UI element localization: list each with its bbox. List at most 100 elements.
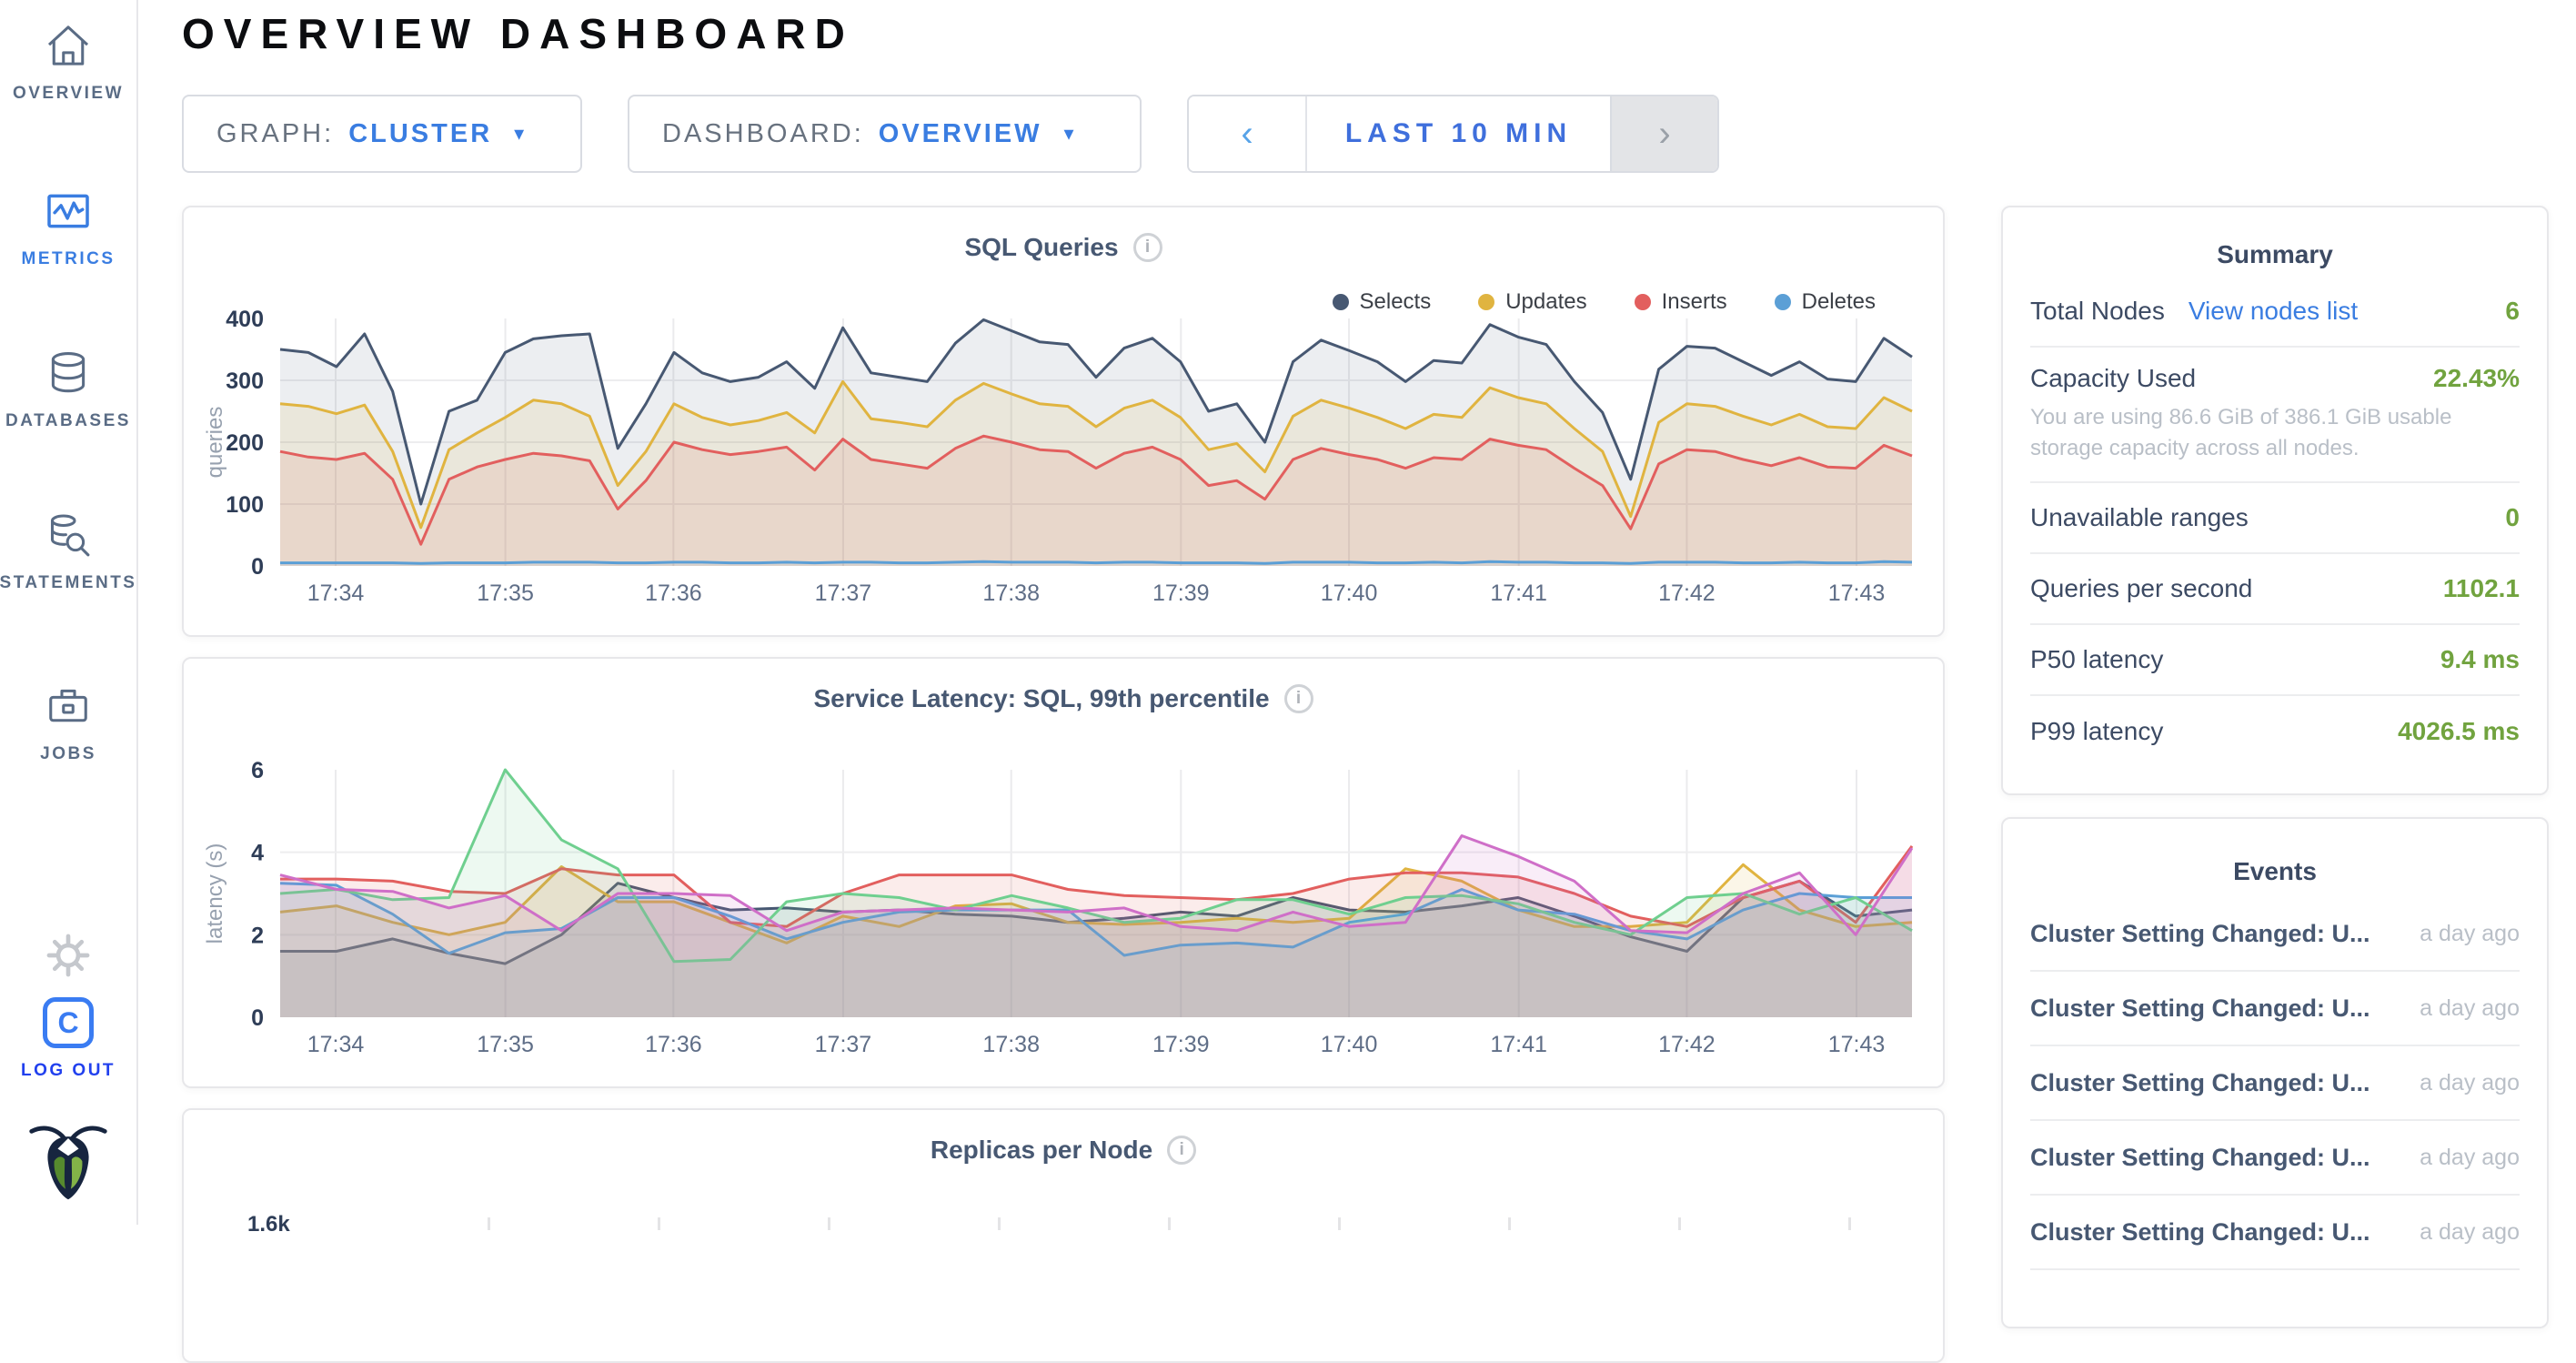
metrics-icon	[43, 186, 94, 237]
capacity-value: 22.43%	[2433, 364, 2520, 393]
time-range-button[interactable]: LAST 10 MIN	[1307, 96, 1610, 171]
cockroachdb-logo	[0, 1117, 136, 1205]
events-title: Events	[2030, 857, 2520, 886]
sql-queries-card: SQL Queries i Selects Updates Inserts De…	[182, 206, 1945, 637]
gridline-hint	[320, 1217, 1907, 1230]
sidebar-item-label: DATABASES	[5, 411, 131, 431]
sidebar-item-jobs[interactable]: JOBS	[0, 681, 136, 764]
chevron-down-icon: ▾	[514, 122, 527, 146]
svg-text:17:42: 17:42	[1658, 581, 1716, 606]
sidebar-item-metrics[interactable]: METRICS	[0, 186, 136, 269]
summary-title: Summary	[2030, 240, 2520, 269]
p99-value: 4026.5 ms	[2398, 717, 2520, 746]
graph-dropdown[interactable]: GRAPH: CLUSTER ▾	[182, 95, 582, 173]
event-row[interactable]: Cluster Setting Changed: U... a day ago	[2030, 972, 2520, 1046]
event-title: Cluster Setting Changed: U...	[2030, 1218, 2370, 1247]
logout-label: LOG OUT	[21, 1061, 116, 1081]
svg-text:latency (s): latency (s)	[203, 843, 227, 944]
replicas-per-node-card: Replicas per Node i 1.6k	[182, 1108, 1945, 1363]
event-row[interactable]: Cluster Setting Changed: U... a day ago	[2030, 1046, 2520, 1121]
sidebar-item-label: OVERVIEW	[13, 84, 124, 104]
chart-title: Replicas per Node	[931, 1136, 1152, 1165]
unavailable-value: 0	[2505, 503, 2520, 532]
svg-text:17:40: 17:40	[1321, 1032, 1378, 1057]
info-icon[interactable]: i	[1133, 233, 1162, 262]
capacity-subtext: You are using 86.6 GiB of 386.1 GiB usab…	[2030, 402, 2520, 463]
event-title: Cluster Setting Changed: U...	[2030, 920, 2370, 948]
total-nodes-label: Total Nodes	[2030, 297, 2165, 326]
event-title: Cluster Setting Changed: U...	[2030, 994, 2370, 1023]
svg-text:17:36: 17:36	[645, 1032, 702, 1057]
chart-title: Service Latency: SQL, 99th percentile	[813, 684, 1269, 713]
graph-dropdown-label: GRAPH:	[216, 119, 334, 149]
svg-text:17:38: 17:38	[982, 581, 1040, 606]
svg-text:100: 100	[226, 492, 264, 518]
sidebar-item-databases[interactable]: DATABASES	[0, 348, 136, 431]
event-title: Cluster Setting Changed: U...	[2030, 1144, 2370, 1172]
sidebar-item-overview[interactable]: OVERVIEW	[0, 20, 136, 104]
summary-row-total-nodes: Total Nodes View nodes list 6	[2030, 277, 2520, 348]
event-row[interactable]: Cluster Setting Changed: U... a day ago	[2030, 1196, 2520, 1270]
sidebar-item-label: METRICS	[22, 249, 116, 269]
svg-text:400: 400	[226, 309, 264, 332]
event-title: Cluster Setting Changed: U...	[2030, 1069, 2370, 1097]
svg-text:queries: queries	[203, 407, 227, 479]
summary-panel: Summary Total Nodes View nodes list 6 Ca…	[2001, 206, 2549, 795]
total-nodes-value: 6	[2505, 297, 2520, 326]
event-time: a day ago	[2420, 1219, 2520, 1246]
svg-text:17:35: 17:35	[477, 1032, 534, 1057]
event-row[interactable]: Cluster Setting Changed: U... a day ago	[2030, 1121, 2520, 1196]
logout-button[interactable]: C LOG OUT	[0, 997, 136, 1081]
service-latency-card: Service Latency: SQL, 99th percentile i …	[182, 657, 1945, 1088]
event-time: a day ago	[2420, 1070, 2520, 1096]
time-prev-button[interactable]: ‹	[1189, 96, 1307, 171]
unavailable-label: Unavailable ranges	[2030, 503, 2249, 532]
sidebar-item-label: STATEMENTS	[0, 573, 136, 593]
dashboard-dropdown-value: OVERVIEW	[879, 119, 1042, 149]
qps-label: Queries per second	[2030, 574, 2252, 603]
svg-text:17:43: 17:43	[1828, 1032, 1886, 1057]
briefcase-icon	[43, 681, 94, 732]
info-icon[interactable]: i	[1167, 1136, 1196, 1165]
svg-text:300: 300	[226, 369, 264, 394]
info-icon[interactable]: i	[1284, 684, 1313, 713]
sql-plot: 17:3417:3517:3617:3717:3817:3917:4017:41…	[200, 309, 1923, 610]
time-next-button[interactable]: ›	[1610, 96, 1717, 171]
time-window-control: ‹ LAST 10 MIN ›	[1187, 95, 1719, 173]
summary-row-p50: P50 latency 9.4 ms	[2030, 625, 2520, 696]
svg-text:17:35: 17:35	[477, 581, 534, 606]
svg-text:17:34: 17:34	[307, 1032, 365, 1057]
sidebar-item-statements[interactable]: STATEMENTS	[0, 510, 136, 593]
svg-text:17:37: 17:37	[815, 1032, 872, 1057]
summary-row-qps: Queries per second 1102.1	[2030, 554, 2520, 625]
view-nodes-link[interactable]: View nodes list	[2189, 297, 2358, 326]
event-row[interactable]: Cluster Setting Changed: U... a day ago	[2030, 897, 2520, 972]
home-icon	[43, 20, 94, 71]
svg-text:0: 0	[251, 1005, 264, 1031]
capacity-label: Capacity Used	[2030, 364, 2196, 393]
svg-text:17:34: 17:34	[307, 581, 365, 606]
p50-value: 9.4 ms	[2440, 645, 2520, 674]
svg-text:17:39: 17:39	[1152, 581, 1210, 606]
dashboard-dropdown[interactable]: DASHBOARD: OVERVIEW ▾	[628, 95, 1142, 173]
svg-text:17:38: 17:38	[982, 1032, 1040, 1057]
event-time: a day ago	[2420, 1145, 2520, 1171]
events-panel: Events Cluster Setting Changed: U... a d…	[2001, 817, 2549, 1328]
svg-text:17:41: 17:41	[1490, 581, 1547, 606]
legend-dot	[1478, 294, 1494, 310]
qps-value: 1102.1	[2443, 574, 2520, 603]
legend-dot	[1635, 294, 1651, 310]
sidebar: OVERVIEW METRICS DATABASES	[0, 0, 138, 1225]
gear-icon	[43, 930, 94, 981]
svg-text:17:43: 17:43	[1828, 581, 1886, 606]
svg-text:17:37: 17:37	[815, 581, 872, 606]
chart-title: SQL Queries	[964, 233, 1118, 262]
svg-text:17:36: 17:36	[645, 581, 702, 606]
legend-dot	[1775, 294, 1791, 310]
sidebar-item-label: JOBS	[40, 744, 96, 764]
p50-label: P50 latency	[2030, 645, 2163, 674]
svg-text:2: 2	[251, 923, 264, 948]
dashboard-dropdown-label: DASHBOARD:	[662, 119, 864, 149]
logout-icon: C	[43, 997, 94, 1048]
settings-gear[interactable]	[0, 930, 136, 981]
